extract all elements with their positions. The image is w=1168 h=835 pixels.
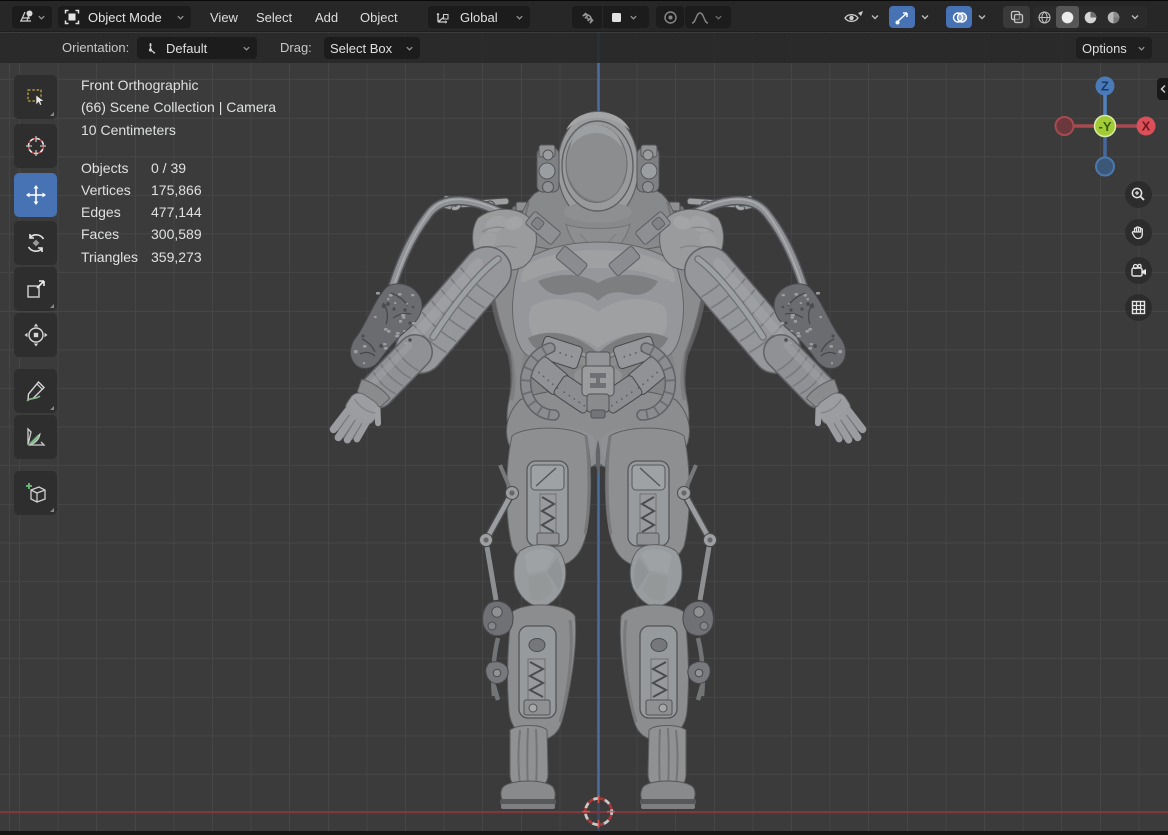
- svg-text:Z: Z: [1101, 79, 1109, 94]
- svg-text:-Y: -Y: [1099, 119, 1112, 134]
- svg-text:X: X: [1142, 119, 1151, 134]
